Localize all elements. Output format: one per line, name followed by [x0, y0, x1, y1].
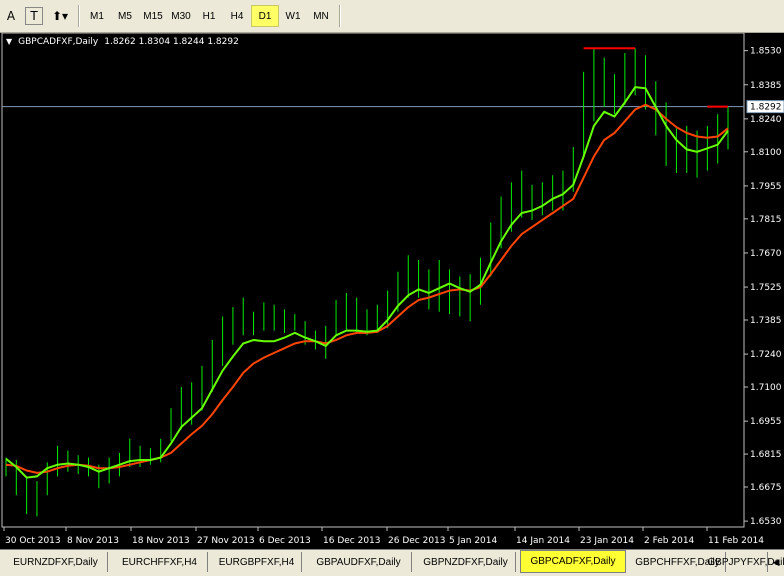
timeframe-d1-button[interactable]: D1	[251, 5, 279, 27]
price-tick-label: 1.8530	[750, 47, 782, 57]
chart-header: ▼ GBPCADFXF,Daily 1.8262 1.8304 1.8244 1…	[6, 37, 239, 47]
timeframe-m1-button[interactable]: M1	[83, 5, 111, 27]
price-tick-label: 1.7385	[750, 316, 782, 326]
chart-area[interactable]: 1.8530 1.8385 1.8240 1.8100 1.7955 1.7815 1.76…	[0, 33, 784, 549]
slow-ma-line	[5, 103, 729, 474]
date-tick-label: 8 Nov 2013	[67, 536, 119, 546]
toolbar-separator	[339, 5, 340, 27]
timeframe-m30-button[interactable]: M30	[167, 5, 195, 27]
toolbar-separator	[78, 5, 79, 27]
chart-ohlc: 1.8262 1.8304 1.8244 1.8292	[104, 37, 239, 47]
price-tick-label: 1.6815	[750, 450, 782, 460]
current-price-label: 1.8292	[750, 103, 782, 113]
price-chart[interactable]: 1.8530 1.8385 1.8240 1.8100 1.7955 1.7815 1.76…	[0, 33, 784, 549]
collapse-triangle-icon[interactable]: ▼	[6, 37, 12, 47]
text-label-icon[interactable]: T	[25, 7, 43, 25]
price-tick-label: 1.8100	[750, 148, 782, 158]
symbol-tab[interactable]: GBPCADFXF,Daily	[520, 550, 626, 573]
price-tick-label: 1.7525	[750, 283, 782, 293]
timeframe-h4-button[interactable]: H4	[223, 5, 251, 27]
price-tick-label: 1.7240	[750, 350, 782, 360]
price-tick-label: 1.7670	[750, 249, 782, 259]
arrow-tools-icon[interactable]: ⬆▾	[46, 5, 74, 27]
date-tick-label: 2 Feb 2014	[644, 536, 695, 546]
symbol-tab[interactable]: GBPNZDFXF,Daily	[416, 552, 516, 572]
date-tick-label: 30 Oct 2013	[5, 536, 61, 546]
date-tick-label: 14 Jan 2014	[516, 536, 570, 546]
timeframe-m5-button[interactable]: M5	[111, 5, 139, 27]
chart-symbol: GBPCADFXF,Daily	[18, 37, 99, 47]
date-tick-label: 11 Feb 2014	[708, 536, 764, 546]
timeframe-mn-button[interactable]: MN	[307, 5, 335, 27]
price-tick-label: 1.8385	[750, 81, 782, 91]
timeframe-h1-button[interactable]: H1	[195, 5, 223, 27]
date-tick-label: 27 Nov 2013	[197, 536, 255, 546]
price-tick-label: 1.7955	[750, 182, 782, 192]
date-tick-label: 26 Dec 2013	[388, 536, 446, 546]
date-tick-label: 6 Dec 2013	[259, 536, 311, 546]
symbol-tab[interactable]: GBPAUDFXF,Daily	[306, 552, 412, 572]
timeframe-w1-button[interactable]: W1	[279, 5, 307, 27]
toolbar: A T ⬆▾ M1 M5 M15 M30 H1 H4 D1 W1 MN	[0, 0, 784, 33]
symbol-tab[interactable]: GBPJPYFXF,Daily	[707, 552, 784, 572]
timeframe-group: M1 M5 M15 M30 H1 H4 D1 W1 MN	[83, 5, 344, 27]
date-tick-label: 16 Dec 2013	[323, 536, 381, 546]
timeframe-m15-button[interactable]: M15	[139, 5, 167, 27]
symbol-tab[interactable]: EURGBPFXF,H4	[212, 552, 302, 572]
symbol-tab[interactable]: EURNZDFXF,Daily	[4, 552, 108, 572]
price-tick-label: 1.6530	[750, 517, 782, 527]
date-tick-label: 23 Jan 2014	[580, 536, 634, 546]
price-tick-label: 1.7100	[750, 383, 782, 393]
symbol-tab-bar: EURNZDFXF,Daily EURCHFFXF,H4 EURGBPFXF,H4 G…	[0, 549, 784, 576]
price-tick-label: 1.7815	[750, 215, 782, 225]
symbol-tab[interactable]: EURCHFFXF,H4	[112, 552, 208, 572]
price-tick-label: 1.6675	[750, 483, 782, 493]
price-tick-label: 1.6955	[750, 417, 782, 427]
date-tick-label: 5 Jan 2014	[449, 536, 497, 546]
text-icon[interactable]: A	[0, 5, 22, 27]
price-tick-label: 1.8240	[750, 115, 782, 125]
date-tick-label: 18 Nov 2013	[132, 536, 190, 546]
fast-ma-line	[5, 86, 729, 479]
tab-scroll-left-icon[interactable]: ◀	[768, 554, 784, 570]
